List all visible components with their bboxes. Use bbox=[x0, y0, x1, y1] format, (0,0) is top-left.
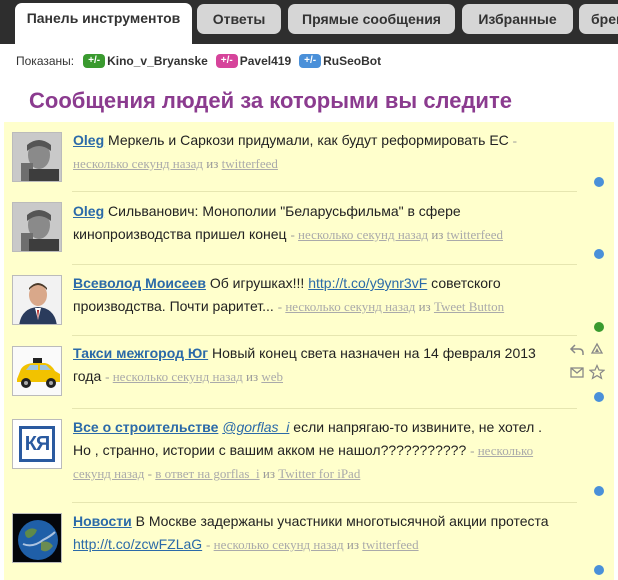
author-link[interactable]: Oleg bbox=[73, 132, 104, 148]
source-link[interactable]: Twitter for iPad bbox=[278, 466, 360, 481]
message-text: Меркель и Саркози придумали, как будут р… bbox=[108, 132, 509, 148]
filter-chip-label: Pavel419 bbox=[239, 54, 292, 68]
man-in-suit-avatar[interactable] bbox=[12, 275, 62, 325]
timestamp-link[interactable]: несколько секунд назад bbox=[113, 369, 243, 384]
status-dot bbox=[594, 322, 604, 332]
yellow-taxi-avatar[interactable] bbox=[12, 346, 62, 396]
message-text: В Москве задержаны участники многотысячн… bbox=[135, 513, 549, 529]
author-link[interactable]: Такси межгород Юг bbox=[73, 345, 208, 361]
toggle-plus-minus-icon[interactable]: +/- bbox=[299, 54, 322, 68]
message-url-link[interactable]: http://t.co/y9ynr3vF bbox=[308, 275, 427, 291]
person-hand-on-face-avatar[interactable] bbox=[12, 132, 62, 182]
source-link[interactable]: twitterfeed bbox=[447, 227, 503, 242]
author-link[interactable]: Все о строительстве bbox=[73, 419, 218, 435]
top-tab-bar: Панель инструментов Ответы Прямые сообще… bbox=[0, 0, 618, 44]
mention-link[interactable]: @gorflas_i bbox=[222, 419, 289, 435]
author-link[interactable]: Oleg bbox=[73, 203, 104, 219]
filter-chip-label: Kino_v_Bryanske bbox=[107, 54, 208, 68]
timestamp-link[interactable]: несколько секунд назад bbox=[214, 537, 344, 552]
list-item: КЯ Все о строительстве @gorflas_i если н… bbox=[4, 409, 614, 503]
list-item: Новости В Москве задержаны участники мно… bbox=[4, 503, 614, 580]
source-link[interactable]: web bbox=[261, 369, 283, 384]
direct-message-icon[interactable] bbox=[568, 364, 586, 382]
earth-globe-avatar[interactable] bbox=[12, 513, 62, 563]
retweet-icon[interactable] bbox=[588, 342, 606, 360]
status-dot bbox=[594, 486, 604, 496]
tab-direct-messages[interactable]: Прямые сообщения bbox=[288, 4, 455, 34]
timestamp-link[interactable]: несколько секунд назад bbox=[285, 299, 415, 314]
meta-separator: - bbox=[147, 466, 152, 481]
message-text: Об игрушках!!! bbox=[209, 275, 305, 291]
tab-dashboard[interactable]: Панель инструментов bbox=[15, 3, 192, 44]
filter-chip-ruseobot[interactable]: +/- RuSeoBot bbox=[299, 54, 381, 68]
meta-separator: - bbox=[277, 299, 283, 314]
reply-icon[interactable] bbox=[568, 342, 586, 360]
timestamp-link[interactable]: несколько секунд назад bbox=[73, 156, 203, 171]
message-body: Всеволод Моисеев Об игрушках!!! http://t… bbox=[73, 272, 563, 318]
meta-from: из bbox=[206, 156, 219, 171]
filter-label: Показаны: bbox=[16, 54, 75, 68]
status-dot bbox=[594, 392, 604, 402]
filter-chip-kino-v-bryanske[interactable]: +/- Kino_v_Bryanske bbox=[83, 54, 208, 68]
list-item: Oleg Сильванович: Монополии "Беларусьфил… bbox=[4, 192, 614, 265]
person-hand-on-face-avatar[interactable] bbox=[12, 202, 62, 252]
timestamp-link[interactable]: несколько секунд назад bbox=[298, 227, 428, 242]
source-link[interactable]: twitterfeed bbox=[362, 537, 418, 552]
message-body: Oleg Сильванович: Монополии "Беларусьфил… bbox=[73, 200, 563, 246]
source-link[interactable]: twitterfeed bbox=[222, 156, 278, 171]
filter-chip-pavel419[interactable]: +/- Pavel419 bbox=[215, 54, 292, 68]
meta-from: из bbox=[246, 369, 259, 384]
author-link[interactable]: Новости bbox=[73, 513, 132, 529]
meta-separator: - bbox=[206, 537, 211, 552]
message-body: Такси межгород Юг Новый конец света назн… bbox=[73, 342, 563, 388]
list-item: Oleg Меркель и Саркози придумали, как бу… bbox=[4, 122, 614, 192]
filter-chip-label: RuSeoBot bbox=[323, 54, 382, 68]
message-body: Oleg Меркель и Саркози придумали, как бу… bbox=[73, 129, 563, 175]
meta-from: из bbox=[431, 227, 444, 242]
meta-from: из bbox=[346, 537, 360, 552]
in-reply-to-link[interactable]: в ответ на gorflas_i bbox=[155, 466, 259, 481]
toggle-plus-minus-icon[interactable]: +/- bbox=[215, 54, 238, 68]
meta-from: из bbox=[418, 299, 431, 314]
status-dot bbox=[594, 177, 604, 187]
status-dot bbox=[594, 249, 604, 259]
tab-brand[interactable]: бренд bbox=[579, 4, 618, 34]
ky-logo-avatar[interactable]: КЯ bbox=[12, 419, 62, 469]
message-feed: Oleg Меркель и Саркози придумали, как бу… bbox=[4, 122, 614, 580]
meta-separator: - bbox=[512, 133, 517, 148]
filter-row: Показаны: +/- Kino_v_Bryanske +/- Pavel4… bbox=[16, 53, 389, 69]
message-body: Все о строительстве @gorflas_i если напр… bbox=[73, 416, 563, 485]
meta-from: из bbox=[262, 466, 275, 481]
tab-favorites[interactable]: Избранные bbox=[462, 4, 573, 34]
ky-logo-mark: КЯ bbox=[19, 426, 55, 462]
meta-separator: - bbox=[290, 227, 295, 242]
toggle-plus-minus-icon[interactable]: +/- bbox=[83, 54, 106, 68]
source-link[interactable]: Tweet Button bbox=[434, 299, 504, 314]
favorite-star-icon[interactable] bbox=[588, 364, 606, 382]
list-item: Всеволод Моисеев Об игрушках!!! http://t… bbox=[4, 265, 614, 336]
meta-separator: - bbox=[470, 443, 475, 458]
message-body: Новости В Москве задержаны участники мно… bbox=[73, 510, 563, 556]
list-item: Такси межгород Юг Новый конец света назн… bbox=[4, 336, 614, 409]
status-dot bbox=[594, 565, 604, 575]
meta-separator: - bbox=[105, 369, 110, 384]
page-title: Сообщения людей за которыми вы следите bbox=[29, 88, 512, 113]
author-link[interactable]: Всеволод Моисеев bbox=[73, 275, 206, 291]
message-url-link[interactable]: http://t.co/zcwFZLaG bbox=[73, 536, 202, 552]
tab-replies[interactable]: Ответы bbox=[197, 4, 281, 34]
